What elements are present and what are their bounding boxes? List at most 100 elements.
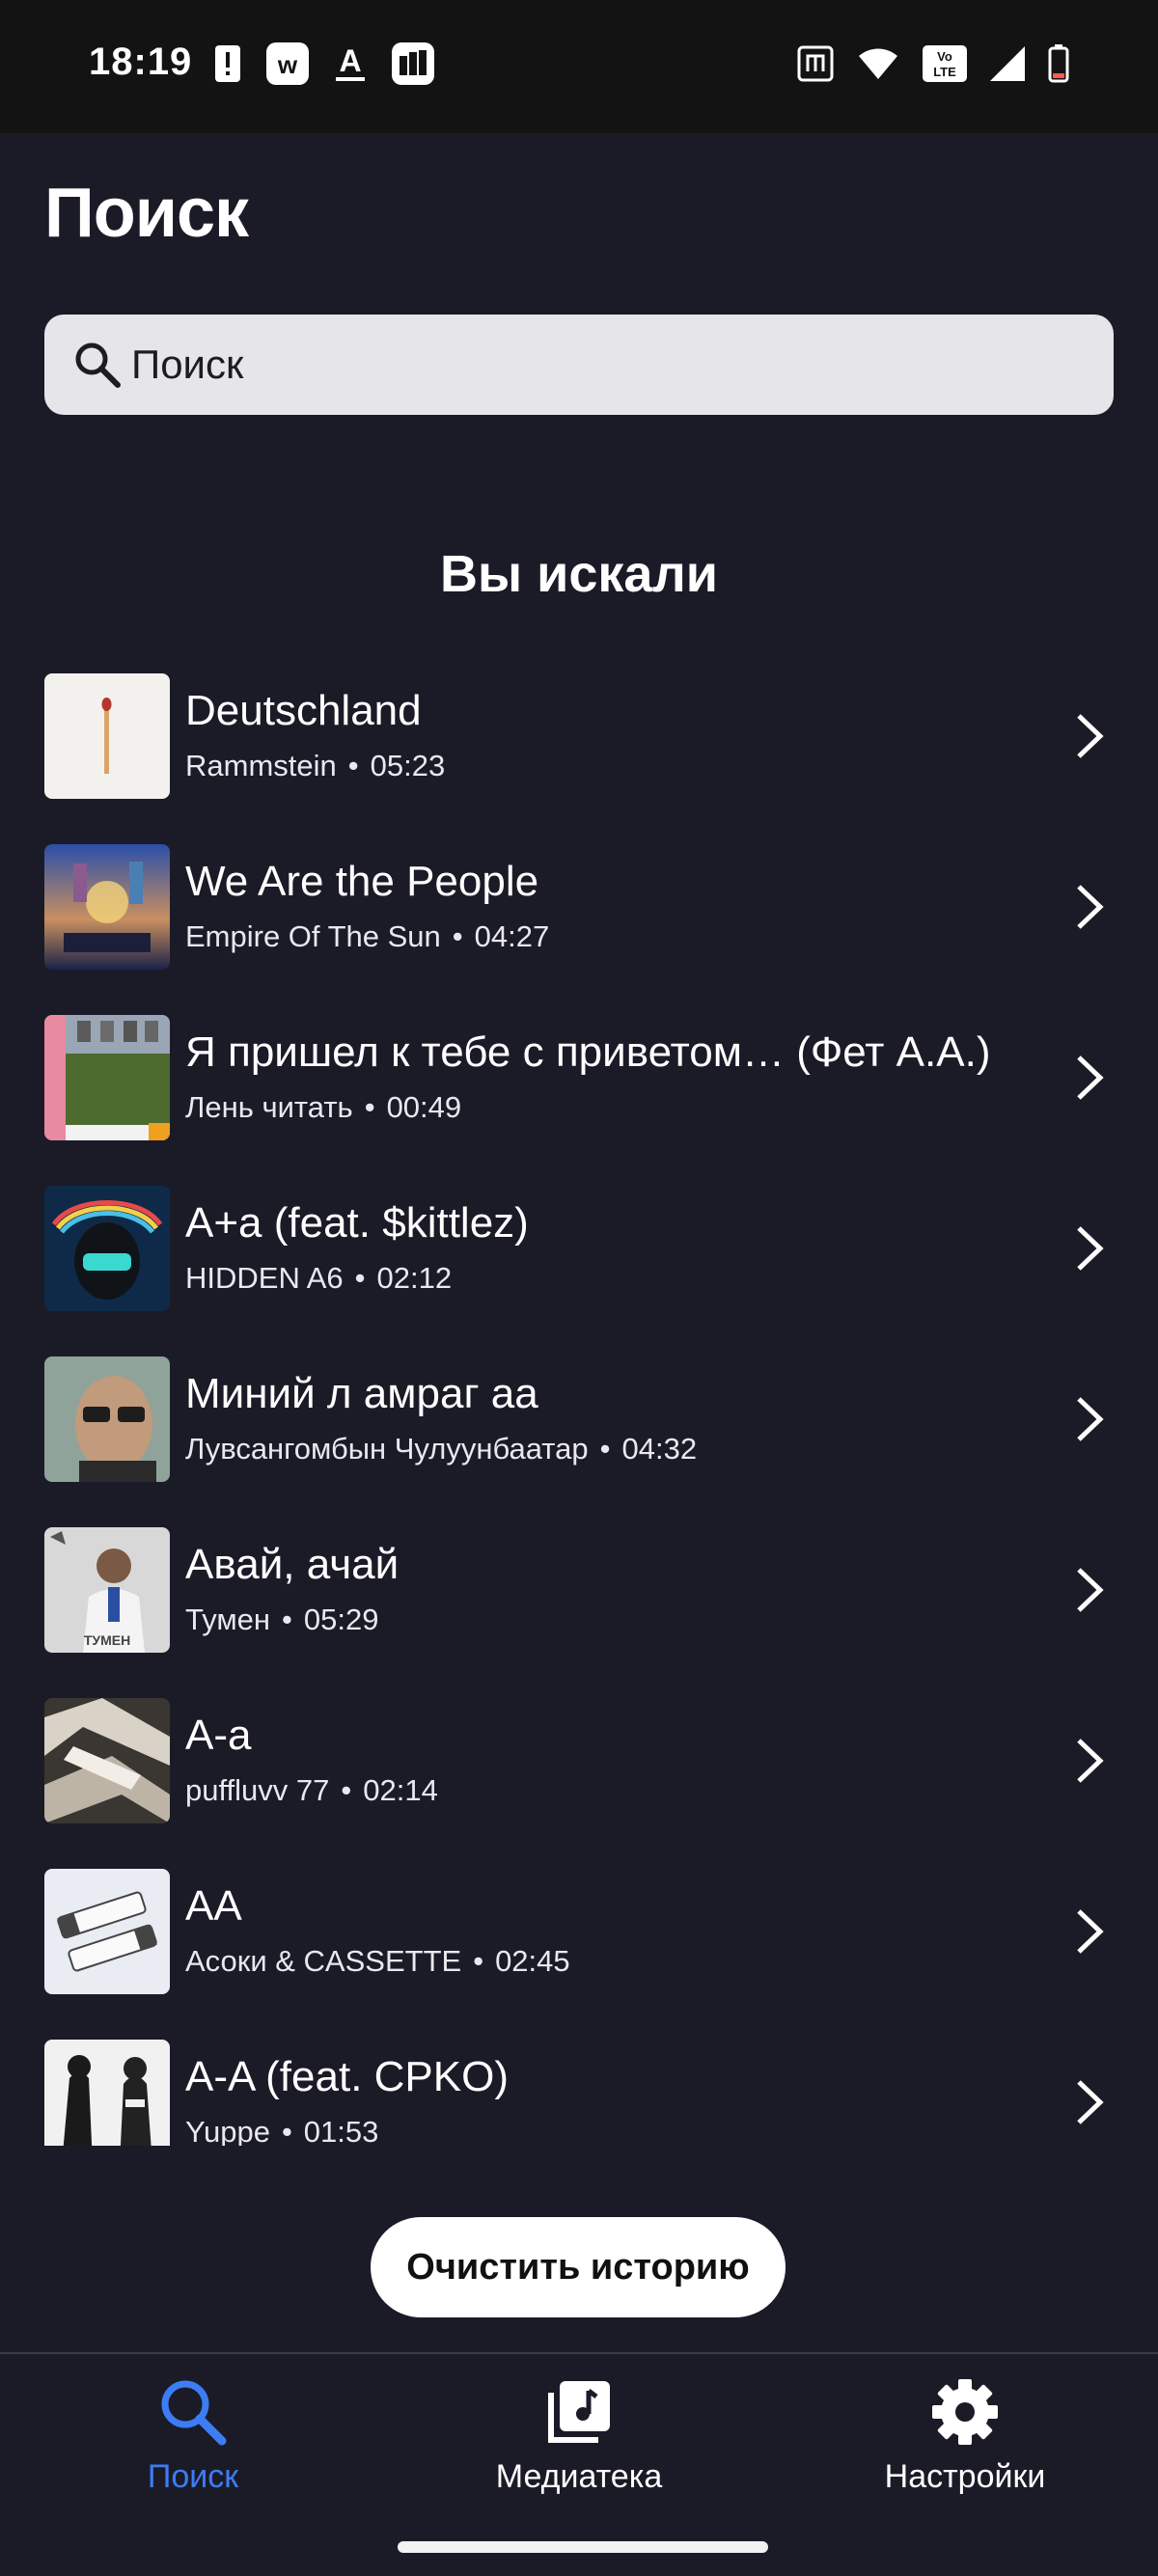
system-icons: Vo LTE [797,42,1069,85]
track-artist: Yuppe [185,2115,270,2146]
chevron-right-icon [1077,1739,1104,1783]
home-indicator[interactable] [398,2541,768,2553]
track-title: Deutschland [185,687,422,734]
chevron-right-icon [1077,1909,1104,1954]
film-app-icon [392,42,434,85]
track-duration: 01:53 [303,2115,379,2146]
alert-icon [215,45,240,82]
history-item[interactable]: Миний л амраг аа Лувсангомбын Чулуунбаат… [0,1357,1158,1527]
track-artist: Rammstein [185,749,337,782]
svg-text:LTE: LTE [933,65,956,79]
history-item[interactable]: AA Асоки & CASSETTE • 02:45 [0,1869,1158,2040]
track-title: Миний л амраг аа [185,1370,538,1417]
track-duration: 04:27 [474,919,550,953]
meta-separator: • [452,919,463,953]
track-meta: Empire Of The Sun • 04:27 [185,919,549,954]
search-icon [75,343,121,388]
volte-icon: VoLTE [923,45,967,82]
history-item[interactable]: A-A (feat. CPKO) Yuppe • 01:53 [0,2040,1158,2146]
meta-separator: • [282,1603,292,1636]
status-bar: 18:19 w A Vo LTE [0,0,1158,133]
track-artist: Тумен [185,1603,271,1636]
search-input[interactable] [131,342,1000,388]
man-glasses-cover [44,1357,170,1482]
meta-separator: • [341,1773,352,1807]
svg-text:A: A [339,44,361,78]
text-a-icon: A [336,44,365,81]
track-duration: 02:45 [495,1944,570,1978]
track-duration: 05:29 [303,1603,379,1636]
meta-separator: • [599,1432,611,1466]
track-artist: Лень читать [185,1090,353,1124]
wifi-icon [859,48,897,79]
bw-figures-cover [44,2040,170,2146]
history-item[interactable]: ТУМЕН Авай, ачай Тумен • 05:29 [0,1527,1158,1698]
meta-separator: • [281,2115,292,2146]
history-item[interactable]: A-a puffluvv 77 • 02:14 [0,1698,1158,1869]
history-item[interactable]: A+a (feat. $kittlez) HIDDEN A6 • 02:12 [0,1186,1158,1357]
track-meta: HIDDEN A6 • 02:12 [185,1261,452,1296]
battery-icon [1048,44,1069,83]
track-meta: Yuppe • 01:53 [185,2115,378,2146]
track-title: Авай, ачай [185,1541,400,1588]
page-title: Поиск [44,175,249,252]
literature-cover [44,1015,170,1140]
chevron-right-icon [1077,885,1104,929]
settings-icon [932,2379,998,2445]
chevron-right-icon [1077,1568,1104,1612]
matchstick-cover [44,673,170,799]
track-artist: Empire Of The Sun [185,919,441,953]
nfc-icon [797,45,834,82]
svg-text:w: w [277,50,298,79]
track-meta: Лень читать • 00:49 [185,1090,461,1125]
tumen-cover: ТУМЕН [44,1527,170,1653]
abstract-cover [44,1698,170,1823]
hooded-cover [44,1186,170,1311]
history-title: Вы искали [440,545,718,603]
nav-tab-settings[interactable]: Настройки [820,2375,1110,2520]
chevron-right-icon [1077,714,1104,758]
track-duration: 02:14 [363,1773,438,1807]
track-meta: Rammstein • 05:23 [185,749,445,783]
nav-label: Поиск [147,2458,239,2495]
clear-history-button[interactable]: Очистить историю [371,2217,786,2317]
track-artist: Лувсангомбын Чулуунбаатар [185,1432,589,1466]
track-duration: 05:23 [370,749,446,782]
track-artist: HIDDEN A6 [185,1261,344,1295]
search-field[interactable] [44,315,1114,415]
track-artist: puffluvv 77 [185,1773,330,1807]
batteries-cover [44,1869,170,1994]
history-item[interactable]: Deutschland Rammstein • 05:23 [0,673,1158,844]
track-title: We Are the People [185,858,539,905]
meta-separator: • [364,1090,375,1124]
track-title: A+a (feat. $kittlez) [185,1199,529,1247]
search-icon [161,2380,227,2446]
history-item[interactable]: We Are the People Empire Of The Sun • 04:2… [0,844,1158,1015]
meta-separator: • [354,1261,366,1295]
track-title: Я пришел к тебе с приветом… (Фет А.А.) [185,1028,991,1076]
search-history-list: Deutschland Rammstein • 05:23 We Are the P… [0,673,1158,2146]
track-duration: 00:49 [386,1090,462,1124]
meta-separator: • [347,749,359,782]
track-meta: Тумен • 05:29 [185,1603,378,1637]
track-title: A-A (feat. CPKO) [185,2053,509,2100]
nav-label: Медиатека [495,2458,663,2495]
track-meta: Лувсангомбын Чулуунбаатар • 04:32 [185,1432,697,1466]
library-icon [548,2381,610,2443]
nav-tab-search[interactable]: Поиск [48,2375,338,2520]
track-title: AA [185,1882,242,1930]
status-time: 18:19 [89,41,193,83]
track-duration: 04:32 [621,1432,698,1466]
meta-separator: • [473,1944,484,1978]
track-meta: puffluvv 77 • 02:14 [185,1773,438,1808]
nav-tab-library[interactable]: Медиатека [434,2375,724,2520]
chevron-right-icon [1077,1226,1104,1271]
track-title: A-a [185,1712,252,1759]
history-item[interactable]: Я пришел к тебе с приветом… (Фет А.А.) Л… [0,1015,1158,1186]
track-meta: Асоки & CASSETTE • 02:45 [185,1944,570,1979]
empire-cover [44,844,170,970]
notification-icons: w A [214,42,434,85]
w-app-icon: w [266,42,309,85]
cover-text: ТУМЕН [84,1632,130,1648]
chevron-right-icon [1077,1397,1104,1441]
